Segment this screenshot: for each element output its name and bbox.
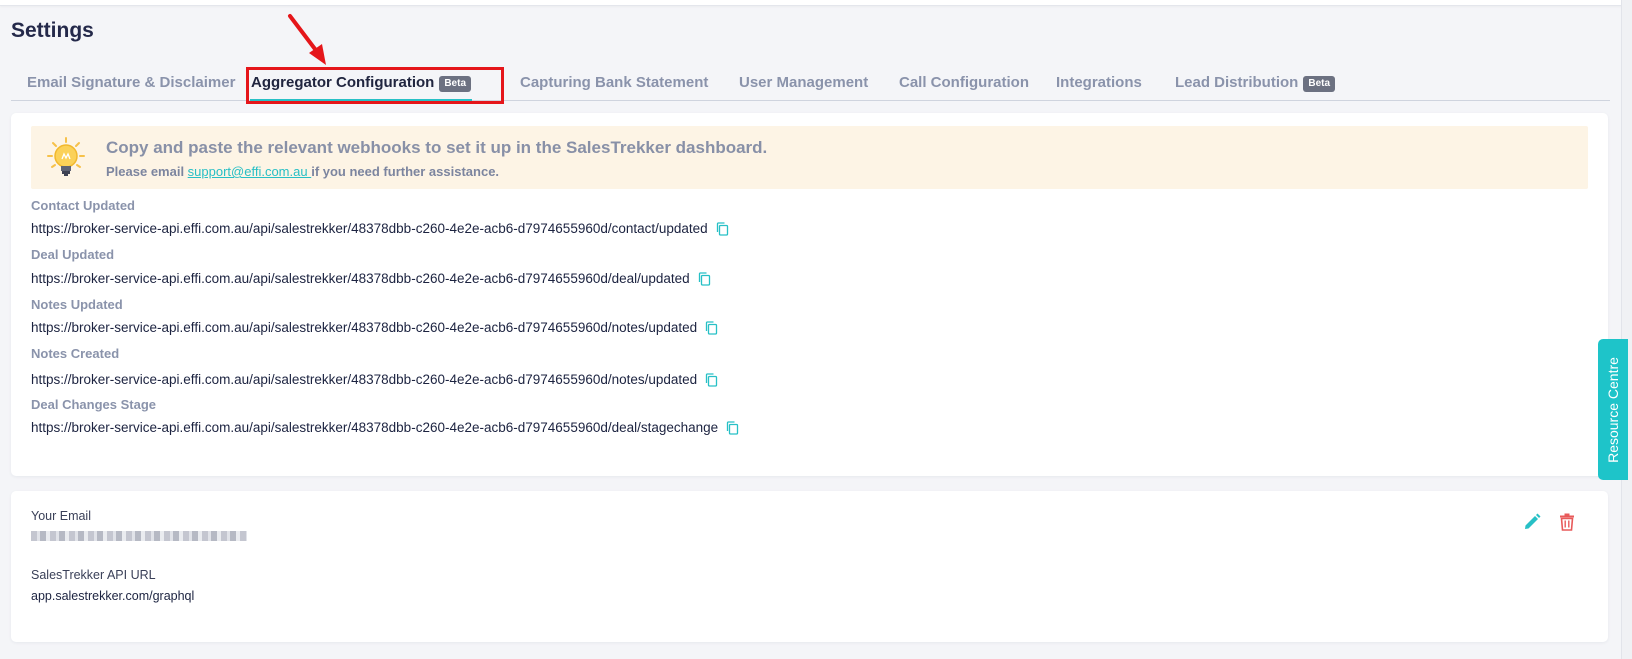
webhook-url-text: https://broker-service-api.effi.com.au/a… [31,271,690,286]
resource-centre-button[interactable]: Resource Centre [1598,339,1628,480]
info-prefix: Please email [106,164,188,179]
tab-label: User Management [739,74,869,91]
copy-icon[interactable] [726,420,739,435]
webhook-url-contact-updated: https://broker-service-api.effi.com.au/a… [31,221,729,236]
webhook-url-notes-updated: https://broker-service-api.effi.com.au/a… [31,320,718,335]
webhook-url-text: https://broker-service-api.effi.com.au/a… [31,320,698,335]
top-bar [0,0,1622,6]
webhook-url-deal-changes-stage: https://broker-service-api.effi.com.au/a… [31,420,739,435]
tab-call-configuration[interactable]: Call Configuration [899,68,1029,100]
resource-centre-label: Resource Centre [1605,356,1621,463]
tab-aggregator-configuration[interactable]: Aggregator Configuration Beta [249,68,473,101]
webhook-label-notes-updated: Notes Updated [31,297,123,312]
your-email-value-redacted [31,531,247,541]
account-card: Your Email SalesTrekker API URL app.sale… [11,491,1608,642]
tab-integrations[interactable]: Integrations [1056,68,1142,100]
tab-label: Call Configuration [899,74,1029,91]
copy-icon[interactable] [716,221,729,236]
webhook-url-text: https://broker-service-api.effi.com.au/a… [31,420,719,435]
api-url-label: SalesTrekker API URL [31,568,156,582]
copy-icon[interactable] [705,372,718,387]
page-scrollbar[interactable] [1621,0,1632,659]
pencil-icon[interactable] [1522,512,1542,532]
info-suffix: if you need further assistance. [311,164,500,179]
tab-label: Email Signature & Disclaimer [27,74,236,91]
api-url-value: app.salestrekker.com/graphql [31,589,195,603]
webhook-label-contact-updated: Contact Updated [31,198,135,213]
webhooks-card: Copy and paste the relevant webhooks to … [11,113,1608,476]
webhook-url-notes-created: https://broker-service-api.effi.com.au/a… [31,372,718,387]
beta-badge: Beta [1303,76,1336,92]
tab-lead-distribution[interactable]: Lead Distribution Beta [1175,68,1336,100]
tab-label: Capturing Bank Statement [520,74,709,91]
info-banner-subtitle: Please email support@effi.com.au if you … [106,164,499,179]
page-title: Settings [11,19,94,42]
beta-badge: Beta [439,76,472,92]
tab-user-management[interactable]: User Management [739,68,868,100]
tab-label: Lead Distribution [1175,74,1299,91]
webhook-url-deal-updated: https://broker-service-api.effi.com.au/a… [31,271,711,286]
info-banner-title: Copy and paste the relevant webhooks to … [106,138,768,157]
webhook-label-notes-created: Notes Created [31,346,120,361]
webhook-label-deal-updated: Deal Updated [31,247,115,262]
settings-tabs: Email Signature & Disclaimer Aggregator … [11,68,1610,101]
webhook-url-text: https://broker-service-api.effi.com.au/a… [31,221,708,236]
your-email-label: Your Email [31,509,91,523]
info-banner: Copy and paste the relevant webhooks to … [31,126,1588,189]
copy-icon[interactable] [698,271,711,286]
tab-email-signature[interactable]: Email Signature & Disclaimer [27,68,235,100]
arrow-annotation [288,14,326,65]
lightbulb-icon [47,137,85,176]
tab-capturing-bank-statement[interactable]: Capturing Bank Statement [520,68,708,100]
tab-label: Integrations [1056,74,1142,91]
webhook-url-text: https://broker-service-api.effi.com.au/a… [31,372,698,387]
webhook-label-deal-changes-stage: Deal Changes Stage [31,397,156,412]
support-email-link[interactable]: support@effi.com.au [188,164,312,179]
tab-label: Aggregator Configuration [251,74,435,91]
copy-icon[interactable] [705,320,718,335]
trash-icon[interactable] [1557,512,1577,532]
